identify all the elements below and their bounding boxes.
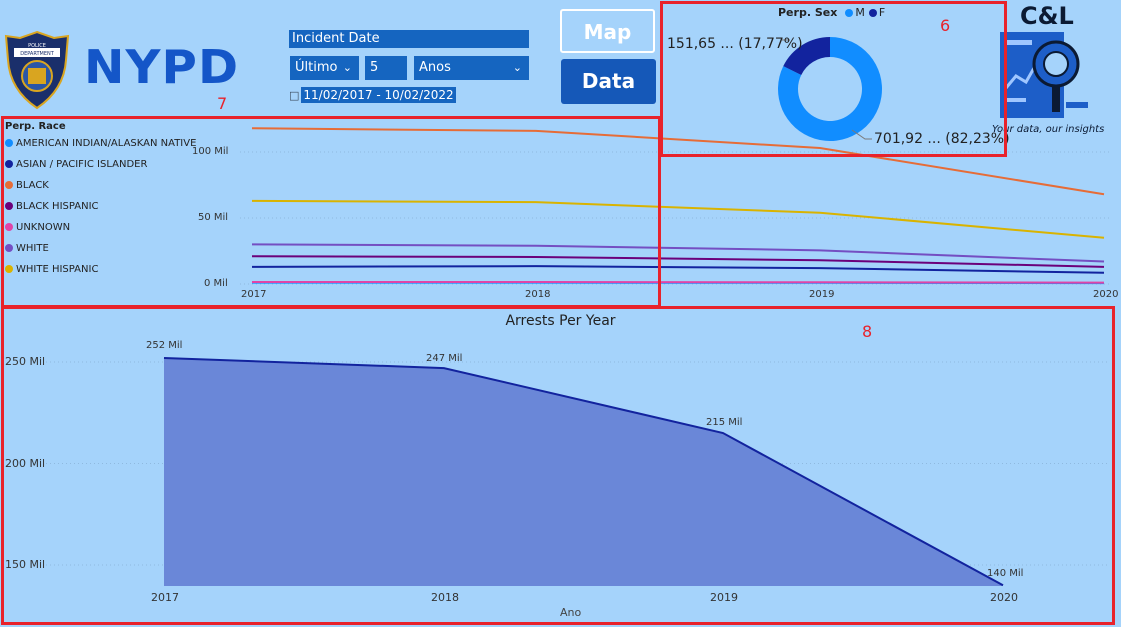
period-count-input[interactable]: 5 (365, 56, 407, 80)
race-x-tick: 2019 (809, 289, 835, 300)
race-x-tick: 2020 (1093, 289, 1119, 300)
annotation-label-8: 8 (862, 322, 873, 341)
annotation-label-6: 6 (940, 16, 951, 35)
annotation-box-6 (660, 1, 1007, 157)
period-unit-select[interactable]: Anos ⌄ (414, 56, 529, 80)
annotation-label-7: 7 (217, 94, 228, 113)
annotation-box-8 (1, 306, 1115, 625)
nypd-wordmark: NYPD (84, 40, 240, 94)
period-unit-value: Anos (419, 60, 451, 75)
date-range-text: 11/02/2017 - 10/02/2022 (301, 87, 456, 103)
svg-text:DEPARTMENT: DEPARTMENT (20, 51, 55, 57)
date-range-display[interactable]: □ 11/02/2017 - 10/02/2022 (289, 87, 456, 103)
period-select[interactable]: Último ⌄ (290, 56, 359, 80)
period-select-value: Último (295, 60, 338, 75)
date-filter-label: Incident Date (289, 30, 529, 48)
cl-logo-title: C&L (1020, 2, 1074, 30)
calendar-icon: □ (289, 89, 300, 102)
police-badge-logo: POLICE DEPARTMENT (4, 30, 70, 110)
chevron-down-icon: ⌄ (512, 61, 522, 74)
chevron-down-icon: ⌄ (342, 61, 352, 74)
annotation-box-7 (1, 116, 661, 308)
svg-text:POLICE: POLICE (28, 43, 46, 49)
map-button[interactable]: Map (560, 9, 655, 53)
data-button[interactable]: Data (561, 59, 656, 104)
